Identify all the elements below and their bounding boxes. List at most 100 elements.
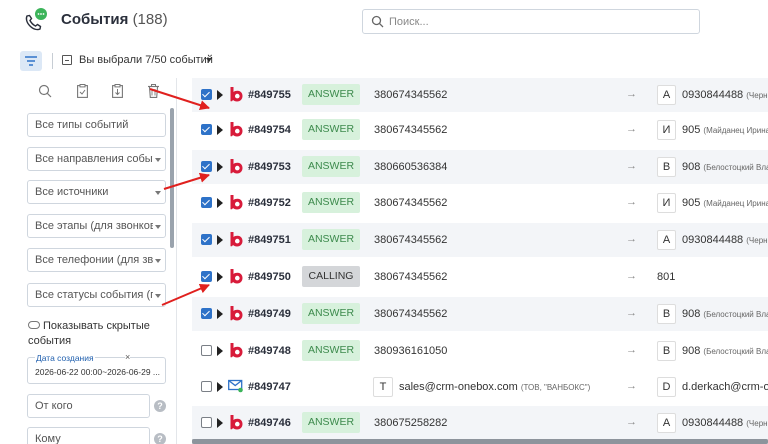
- table-row[interactable]: #849747 Tsales@crm-onebox.com (ТОВ, "ВАНБ…: [192, 370, 768, 404]
- source-filter[interactable]: Все источники: [27, 180, 166, 204]
- event-id[interactable]: #849749: [248, 308, 291, 320]
- direction-arrow-icon: →: [626, 233, 637, 245]
- event-count: (188): [132, 11, 168, 28]
- expand-icon[interactable]: [217, 235, 223, 245]
- target-contact[interactable]: 908 (Белоcтоцкий Вла: [682, 161, 768, 173]
- expand-icon[interactable]: [217, 309, 223, 319]
- scrollbar-thumb[interactable]: [192, 439, 768, 444]
- status-filter[interactable]: Все статусы события (пр...: [27, 283, 166, 307]
- expand-icon[interactable]: [217, 418, 223, 428]
- row-checkbox[interactable]: [201, 234, 212, 245]
- b-logo-icon: [230, 306, 243, 321]
- table-row[interactable]: #849748 ANSWER 380936161050 → В 908 (Белоcтоц…: [192, 334, 768, 368]
- select-all-checkbox[interactable]: [62, 55, 72, 65]
- clear-date-icon[interactable]: ×: [125, 352, 131, 362]
- phone-chat-logo-icon: [25, 8, 47, 31]
- from-input[interactable]: От кого: [27, 394, 150, 418]
- source-phone[interactable]: 380674345562: [374, 197, 447, 209]
- source-phone[interactable]: 380674345562: [374, 234, 447, 246]
- table-row[interactable]: #849752 ANSWER 380674345562 → И 905 (Майданец…: [192, 186, 768, 220]
- sidebar-scrollbar[interactable]: [170, 108, 174, 248]
- event-id[interactable]: #849751: [248, 234, 291, 246]
- expand-icon[interactable]: [217, 198, 223, 208]
- event-id[interactable]: #849747: [248, 381, 291, 393]
- clipboard-arrow-icon[interactable]: [112, 84, 123, 98]
- source-phone[interactable]: 380660536384: [374, 161, 447, 173]
- source-phone[interactable]: 380674345562: [374, 271, 447, 283]
- event-id[interactable]: #849752: [248, 197, 291, 209]
- search-input[interactable]: [389, 13, 689, 31]
- horizontal-scrollbar[interactable]: [192, 439, 768, 444]
- target-contact[interactable]: 0930844488 (Черне: [682, 234, 768, 246]
- row-checkbox[interactable]: [201, 161, 212, 172]
- expand-icon[interactable]: [217, 162, 223, 172]
- b-logo-icon: [230, 343, 243, 358]
- row-checkbox[interactable]: [201, 124, 212, 135]
- expand-icon[interactable]: [217, 125, 223, 135]
- target-contact[interactable]: 0930844488 (Черне: [682, 89, 768, 101]
- table-row[interactable]: #849750 CALLING 380674345562 → 801: [192, 260, 768, 294]
- event-id[interactable]: #849754: [248, 124, 291, 136]
- table-row[interactable]: #849755 ANSWER 380674345562 → А 0930844488 (Ч…: [192, 78, 768, 112]
- event-id[interactable]: #849755: [248, 89, 291, 101]
- target-contact[interactable]: d.derkach@crm-one: [682, 381, 768, 393]
- event-id[interactable]: #849746: [248, 417, 291, 429]
- row-checkbox[interactable]: [201, 417, 212, 428]
- chevron-down-icon: [155, 225, 161, 229]
- event-id[interactable]: #849750: [248, 271, 291, 283]
- help-icon[interactable]: ?: [154, 433, 166, 444]
- page-header: События (188): [0, 0, 768, 42]
- target-contact[interactable]: 908 (Белоcтоцкий Вла: [682, 345, 768, 357]
- contact-initial-badge: А: [657, 230, 676, 250]
- source-phone[interactable]: 380674345562: [374, 308, 447, 320]
- event-id[interactable]: #849748: [248, 345, 291, 357]
- search-box[interactable]: [362, 9, 700, 34]
- table-row[interactable]: #849751 ANSWER 380674345562 → А 0930844488 (Ч…: [192, 223, 768, 257]
- row-checkbox[interactable]: [201, 345, 212, 356]
- b-logo-icon: [230, 195, 243, 210]
- source-phone[interactable]: 380675258282: [374, 417, 447, 429]
- target-contact[interactable]: 905 (Майданец Ирина: [682, 197, 768, 209]
- row-checkbox[interactable]: [201, 197, 212, 208]
- help-icon[interactable]: ?: [154, 400, 166, 412]
- event-id[interactable]: #849753: [248, 161, 291, 173]
- source-contact[interactable]: sales@crm-onebox.com (ТОВ, "ВАНБОКС"): [399, 381, 590, 393]
- table-row[interactable]: #849753 ANSWER 380660536384 → В 908 (Белоcтоц…: [192, 150, 768, 184]
- target-contact[interactable]: 905 (Майданец Ирина: [682, 124, 768, 136]
- direction-filter[interactable]: Все направления событ...: [27, 147, 166, 171]
- expand-icon[interactable]: [217, 346, 223, 356]
- row-checkbox[interactable]: [201, 89, 212, 100]
- selection-summary[interactable]: Вы выбрали 7/50 событий: [79, 54, 213, 66]
- selection-dropdown-icon[interactable]: [206, 58, 212, 62]
- source-type-badge: T: [373, 377, 393, 397]
- date-range-filter[interactable]: Дата создания × 2026-06-22 00:00~2026-06…: [27, 352, 166, 384]
- stage-filter[interactable]: Все этапы (для звонков)...: [27, 214, 166, 238]
- source-phone[interactable]: 380674345562: [374, 124, 447, 136]
- row-checkbox[interactable]: [201, 308, 212, 319]
- expand-icon[interactable]: [217, 382, 223, 392]
- source-phone[interactable]: 380674345562: [374, 89, 447, 101]
- target-contact[interactable]: 0930844488 (Черне: [682, 417, 768, 429]
- contact-initial-badge: А: [657, 413, 676, 433]
- expand-icon[interactable]: [217, 90, 223, 100]
- status-badge: ANSWER: [302, 192, 360, 213]
- telephony-filter[interactable]: Все телефонии (для зво...: [27, 248, 166, 272]
- target-contact[interactable]: 801: [657, 271, 675, 283]
- clipboard-check-icon[interactable]: [77, 84, 88, 98]
- table-row[interactable]: #849746 ANSWER 380675258282 → А 0930844488 (Ч…: [192, 406, 768, 440]
- table-row[interactable]: #849754 ANSWER 380674345562 → И 905 (Майданец…: [192, 113, 768, 147]
- toggle-switch-icon[interactable]: [28, 321, 40, 330]
- show-hidden-toggle[interactable]: Показывать скрытые события: [28, 319, 173, 349]
- status-badge: ANSWER: [302, 303, 360, 324]
- target-contact[interactable]: 908 (Белоcтоцкий Вла: [682, 308, 768, 320]
- table-row[interactable]: #849749 ANSWER 380674345562 → В 908 (Белоcтоц…: [192, 297, 768, 331]
- trash-icon[interactable]: [148, 84, 159, 98]
- source-phone[interactable]: 380936161050: [374, 345, 447, 357]
- row-checkbox[interactable]: [201, 381, 212, 392]
- expand-icon[interactable]: [217, 272, 223, 282]
- search-icon[interactable]: [38, 84, 52, 98]
- event-type-filter[interactable]: Все типы событий: [27, 113, 166, 137]
- to-input[interactable]: Кому: [27, 427, 150, 444]
- row-checkbox[interactable]: [201, 271, 212, 282]
- filter-toggle-button[interactable]: [20, 51, 42, 71]
